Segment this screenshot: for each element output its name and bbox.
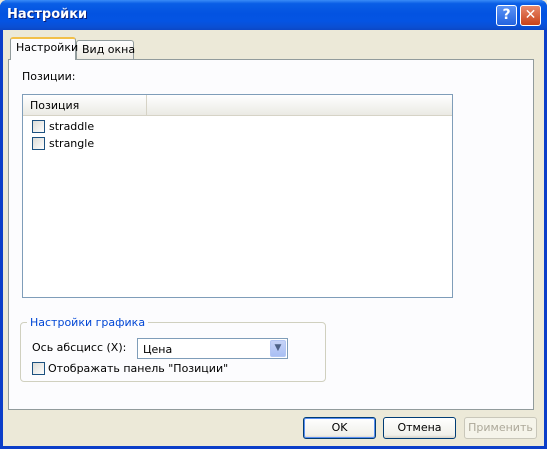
chart-settings-title: Настройки графика bbox=[27, 316, 149, 329]
list-header: Позиция bbox=[23, 95, 452, 116]
chevron-down-icon[interactable]: ▼ bbox=[270, 340, 286, 357]
straddle-checkbox[interactable] bbox=[32, 120, 45, 133]
cancel-button[interactable]: Отмена bbox=[383, 417, 456, 439]
positions-list[interactable]: Позиция straddle strangle bbox=[22, 94, 453, 298]
list-item-label: strangle bbox=[49, 137, 95, 150]
title-bar[interactable]: Настройки ? ✕ bbox=[0, 0, 547, 30]
list-item-label: straddle bbox=[49, 120, 95, 133]
window-title: Настройки bbox=[7, 7, 88, 22]
help-button[interactable]: ? bbox=[496, 5, 517, 26]
x-axis-select[interactable]: Цена ▼ bbox=[137, 338, 288, 359]
tab-settings[interactable]: Настройки bbox=[10, 37, 78, 60]
x-axis-label: Ось абсцисс (X): bbox=[32, 341, 127, 354]
column-header-position[interactable]: Позиция bbox=[23, 95, 147, 115]
x-axis-select-value: Цена bbox=[143, 343, 173, 356]
apply-button[interactable]: Применить bbox=[464, 417, 537, 439]
show-positions-panel-checkbox[interactable] bbox=[32, 362, 45, 375]
ok-button[interactable]: OK bbox=[303, 417, 376, 439]
positions-label: Позиции: bbox=[22, 70, 76, 83]
tab-window-view[interactable]: Вид окна bbox=[76, 40, 135, 60]
show-positions-panel-label[interactable]: Отображать панель "Позиции" bbox=[48, 362, 228, 375]
strangle-checkbox[interactable] bbox=[32, 137, 45, 150]
close-button[interactable]: ✕ bbox=[520, 5, 541, 26]
